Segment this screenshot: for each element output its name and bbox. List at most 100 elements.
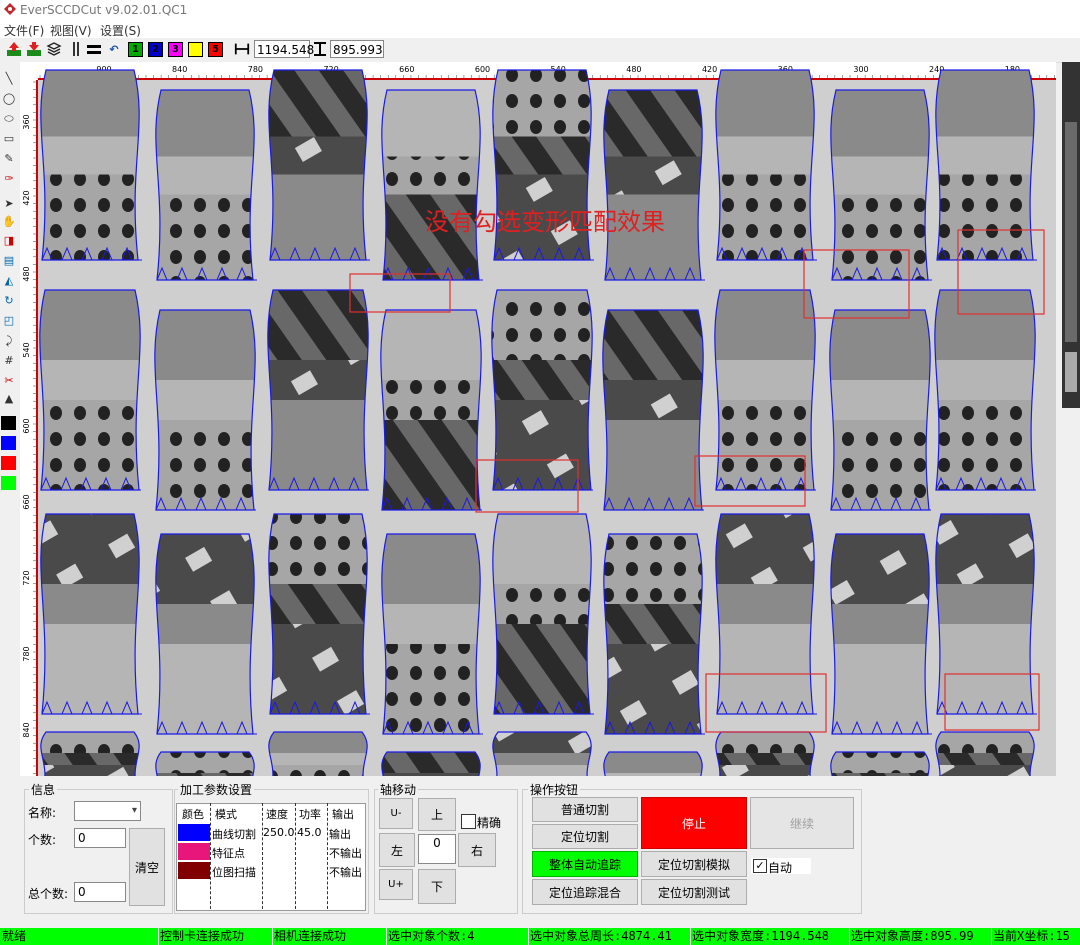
right-scroll-strip[interactable] — [1062, 62, 1080, 412]
status-camera: 相机连接成功 — [274, 928, 387, 945]
curve-tool-icon[interactable]: ⤸ — [2, 334, 16, 348]
param-row-mode[interactable]: 位图扫描 — [212, 864, 256, 880]
top-ruler-label: 300 — [853, 65, 868, 74]
fabric-image — [38, 69, 1056, 776]
u-plus-button[interactable]: U+ — [379, 869, 413, 900]
resume-button[interactable]: 继续 — [750, 797, 854, 849]
layer-2-button[interactable]: 2 — [148, 42, 163, 57]
width-field[interactable]: 1194.548 — [254, 40, 314, 58]
param-row-color[interactable] — [178, 862, 210, 879]
palette-red-swatch[interactable] — [1, 456, 16, 470]
param-row-color[interactable] — [178, 824, 210, 841]
grid-tool-icon[interactable]: # — [2, 354, 16, 368]
clear-button[interactable]: 清空 — [129, 828, 165, 906]
u-minus-button[interactable]: U- — [379, 798, 413, 829]
total-count-field[interactable]: 0 — [74, 882, 126, 902]
mirror-tool-icon[interactable]: ◨ — [2, 234, 16, 248]
left-ruler-label: 720 — [22, 570, 31, 585]
menu-file[interactable]: 文件(F) — [4, 22, 44, 39]
separator-icon — [68, 41, 84, 57]
fill-tool-icon[interactable]: ◭ — [2, 274, 16, 288]
move-left-button[interactable]: 左 — [379, 833, 415, 867]
left-ruler-label: 780 — [22, 646, 31, 661]
status-width: 选中对象宽度:1194.548 — [692, 928, 850, 945]
locate-track-mix-button[interactable]: 定位追踪混合 — [532, 879, 638, 905]
left-ruler-label: 480 — [22, 266, 31, 281]
param-row-output[interactable]: 不输出 — [329, 845, 362, 861]
image-tool-icon[interactable]: ▤ — [2, 254, 16, 268]
cut-tool-icon[interactable]: ✂ — [2, 374, 16, 388]
top-ruler-label: 660 — [399, 65, 414, 74]
params-panel-title: 加工参数设置 — [178, 781, 255, 798]
height-icon — [312, 41, 328, 57]
menu-view[interactable]: 视图(V) — [50, 22, 92, 39]
param-row-power[interactable]: 45.0 — [297, 826, 322, 839]
camera-canvas[interactable]: 900 840 780 720 660 600 540 480 420 360 300 240 180 … — [20, 62, 1056, 776]
select-tool-icon[interactable]: ➤ — [2, 197, 16, 211]
layer-1-button[interactable]: 1 — [128, 42, 143, 57]
locate-sim-button[interactable]: 定位切割模拟 — [641, 851, 747, 877]
palette-black-swatch[interactable] — [1, 416, 16, 430]
param-header-power: 功率 — [299, 808, 321, 821]
left-ruler-label: 840 — [22, 722, 31, 737]
top-ruler-label: 420 — [702, 65, 717, 74]
precise-label: 精确 — [477, 816, 502, 830]
export-icon[interactable] — [26, 41, 42, 57]
layer-3-button[interactable]: 3 — [168, 42, 183, 57]
ellipse-tool-icon[interactable]: ⬭ — [2, 112, 16, 126]
import-icon[interactable] — [6, 41, 22, 57]
count-field[interactable]: 0 — [74, 828, 126, 848]
locate-test-button[interactable]: 定位切割测试 — [641, 879, 747, 905]
left-ruler-label: 360 — [22, 114, 31, 129]
param-row-output[interactable]: 不输出 — [329, 864, 362, 880]
left-toolbox: ╲ ◯ ⬭ ▭ ✎ ✑ ➤ ✋ ◨ ▤ ◭ ↻ ◰ ⤸ # ✂ ▲ — [0, 62, 20, 778]
status-ready: 就绪 — [2, 928, 159, 945]
left-ruler-label: 420 — [22, 190, 31, 205]
move-right-button[interactable]: 右 — [458, 833, 496, 867]
auto-track-button[interactable]: 整体自动追踪 — [532, 851, 638, 877]
layers-icon[interactable] — [46, 41, 62, 57]
left-ruler-label: 600 — [22, 418, 31, 433]
pen-tool-icon[interactable]: ✎ — [2, 152, 16, 166]
top-ruler-label: 780 — [248, 65, 263, 74]
layer-5-button[interactable]: 5 — [208, 42, 223, 57]
stop-button[interactable]: 停止 — [641, 797, 747, 849]
param-row-speed[interactable]: 250.0 — [263, 826, 295, 839]
hand-tool-icon[interactable]: ✋ — [2, 215, 16, 229]
param-header-output: 输出 — [332, 808, 354, 821]
info-panel-title: 信息 — [29, 781, 58, 798]
rotate-tool-icon[interactable]: ↻ — [2, 294, 16, 308]
param-row-mode[interactable]: 特征点 — [212, 845, 245, 861]
count-label: 个数: — [28, 833, 57, 847]
locate-cut-button[interactable]: 定位切割 — [532, 824, 638, 849]
param-row-mode[interactable]: 曲线切割 — [212, 826, 256, 842]
line-tool-icon[interactable]: ╲ — [2, 72, 16, 86]
left-ruler-label: 540 — [22, 342, 31, 357]
auto-checkbox[interactable]: ✓ — [753, 859, 767, 873]
param-row-output[interactable]: 输出 — [329, 826, 351, 842]
status-bar: 就绪 控制卡连接成功 相机连接成功 选中对象个数:4 选中对象总周长:4874.… — [0, 928, 1080, 945]
circle-tool-icon[interactable]: ◯ — [2, 92, 16, 106]
node-edit-icon[interactable]: ✑ — [2, 172, 16, 186]
line-weight-icon[interactable] — [86, 41, 102, 57]
step-field[interactable]: 0 — [418, 834, 456, 864]
width-icon — [234, 41, 250, 57]
undo-icon[interactable]: ↶ — [106, 41, 122, 57]
ops-panel-title: 操作按钮 — [528, 781, 581, 798]
crop-tool-icon[interactable]: ◰ — [2, 314, 16, 328]
param-row-color[interactable] — [178, 843, 210, 860]
precise-checkbox[interactable] — [461, 814, 476, 829]
fill-bucket-icon[interactable]: ▲ — [2, 392, 16, 406]
window-title: EverSCCDCut v9.02.01.QC1 — [20, 3, 188, 17]
height-field[interactable]: 895.993 — [330, 40, 384, 58]
palette-green-swatch[interactable] — [1, 476, 16, 490]
name-select[interactable]: ▾ — [74, 801, 141, 821]
palette-blue-swatch[interactable] — [1, 436, 16, 450]
top-ruler-label: 840 — [172, 65, 187, 74]
move-up-button[interactable]: 上 — [418, 798, 456, 831]
move-down-button[interactable]: 下 — [418, 869, 456, 904]
normal-cut-button[interactable]: 普通切割 — [532, 797, 638, 822]
layer-4-button[interactable]: 4 — [188, 42, 203, 57]
menu-settings[interactable]: 设置(S) — [100, 22, 141, 39]
rectangle-tool-icon[interactable]: ▭ — [2, 132, 16, 146]
